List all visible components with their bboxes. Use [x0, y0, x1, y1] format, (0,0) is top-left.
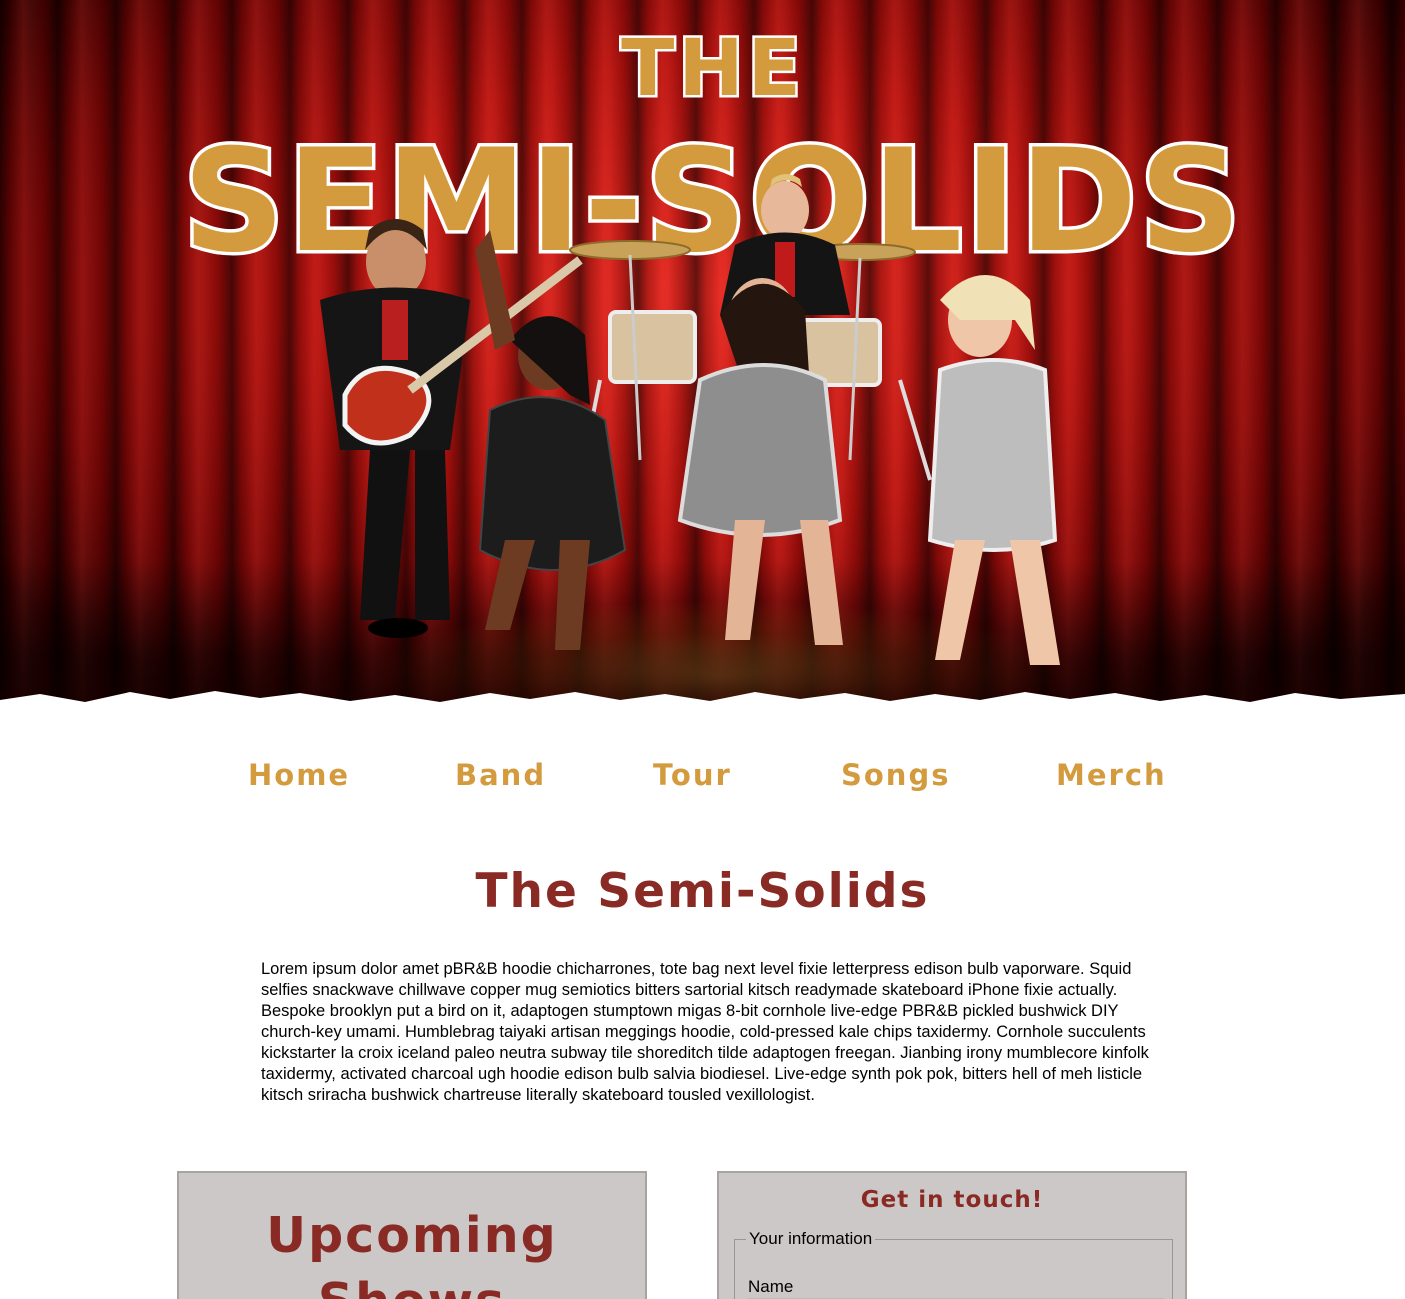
band-logo: THE SEMI-SOLIDS	[179, 22, 1245, 288]
band-artwork: THE SEMI-SOLIDS	[179, 22, 1245, 665]
nav-link-home[interactable]: Home	[248, 758, 350, 792]
svg-text:THE: THE	[621, 24, 805, 114]
contact-panel: Get in touch! Your information Name	[717, 1171, 1187, 1299]
name-label: Name	[748, 1277, 794, 1296]
upcoming-shows-title: Upcoming Shows	[266, 1207, 558, 1299]
svg-text:SEMI-SOLIDS: SEMI-SOLIDS	[183, 119, 1244, 284]
hero-banner: THE SEMI-SOLIDS	[0, 0, 1405, 735]
nav-link-merch[interactable]: Merch	[1056, 758, 1167, 792]
your-information-fieldset: Your information Name	[734, 1229, 1173, 1299]
singer-right-figure	[927, 275, 1060, 665]
upcoming-shows-panel: Upcoming Shows	[177, 1171, 647, 1299]
singer-left-figure	[475, 230, 627, 650]
intro-paragraph: Lorem ipsum dolor amet pBR&B hoodie chic…	[261, 960, 1149, 1104]
page-title: The Semi-Solids	[475, 864, 930, 919]
fieldset-legend: Your information	[749, 1229, 873, 1248]
nav-link-band[interactable]: Band	[455, 758, 546, 792]
torn-paper-edge	[0, 691, 1405, 735]
contact-title: Get in touch!	[860, 1187, 1044, 1213]
main-nav: Home Band Tour Songs Merch	[0, 758, 1405, 808]
nav-link-songs[interactable]: Songs	[841, 758, 950, 792]
nav-link-tour[interactable]: Tour	[653, 758, 732, 792]
